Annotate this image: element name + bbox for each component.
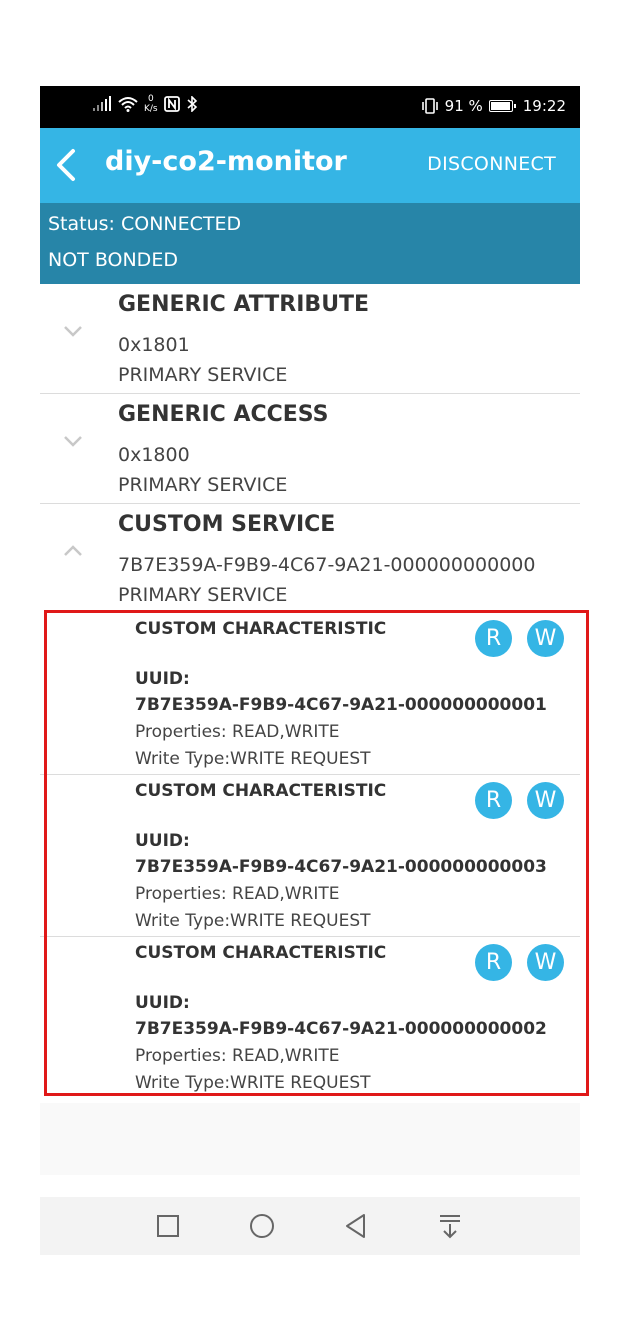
characteristic-write-type: Write Type:WRITE REQUEST bbox=[135, 911, 371, 931]
recents-square-icon[interactable] bbox=[154, 1212, 182, 1240]
service-type: PRIMARY SERVICE bbox=[118, 584, 288, 606]
characteristic-uuid: 7B7E359A-F9B9-4C67-9A21-000000000003 bbox=[135, 857, 547, 877]
bluetooth-icon bbox=[187, 96, 197, 112]
characteristic-uuid: 7B7E359A-F9B9-4C67-9A21-000000000001 bbox=[135, 695, 547, 715]
characteristic-write-type: Write Type:WRITE REQUEST bbox=[135, 749, 371, 769]
characteristics-list: CUSTOM CHARACTERISTIC R W UUID: 7B7E359A… bbox=[40, 613, 580, 1098]
nfc-icon bbox=[163, 96, 180, 112]
service-item[interactable]: CUSTOM SERVICE 7B7E359A-F9B9-4C67-9A21-0… bbox=[40, 504, 580, 613]
service-item[interactable]: GENERIC ACCESS 0x1800 PRIMARY SERVICE bbox=[40, 394, 580, 504]
wifi-icon bbox=[118, 97, 138, 112]
characteristic-properties: Properties: READ,WRITE bbox=[135, 884, 340, 904]
characteristic-properties: Properties: READ,WRITE bbox=[135, 722, 340, 742]
back-arrow-icon[interactable] bbox=[54, 148, 78, 182]
phone-screen: 0 K/s 91 % 19:22 diy-co2-monitor DISCONN… bbox=[40, 86, 580, 1098]
characteristic-item: CUSTOM CHARACTERISTIC R W UUID: 7B7E359A… bbox=[40, 613, 580, 775]
service-name: CUSTOM SERVICE bbox=[118, 512, 336, 537]
write-button[interactable]: W bbox=[527, 620, 564, 657]
system-nav-bar bbox=[40, 1197, 580, 1255]
uuid-label: UUID: bbox=[135, 993, 190, 1013]
back-triangle-icon[interactable] bbox=[342, 1212, 370, 1240]
characteristic-item: CUSTOM CHARACTERISTIC R W UUID: 7B7E359A… bbox=[40, 775, 580, 937]
home-circle-icon[interactable] bbox=[248, 1212, 276, 1240]
service-uuid: 0x1800 bbox=[118, 444, 190, 466]
uuid-label: UUID: bbox=[135, 669, 190, 689]
chevron-up-icon[interactable] bbox=[62, 544, 84, 558]
system-status-bar: 0 K/s 91 % 19:22 bbox=[40, 86, 580, 128]
disconnect-button[interactable]: DISCONNECT bbox=[427, 153, 556, 175]
characteristic-write-type: Write Type:WRITE REQUEST bbox=[135, 1073, 371, 1093]
vibrate-icon bbox=[421, 98, 438, 114]
service-name: GENERIC ACCESS bbox=[118, 402, 329, 427]
network-speed: 0 K/s bbox=[144, 94, 158, 114]
net-speed-unit: K/s bbox=[144, 104, 158, 114]
app-toolbar: diy-co2-monitor DISCONNECT bbox=[40, 128, 580, 203]
clock: 19:22 bbox=[522, 97, 566, 115]
chevron-down-icon[interactable] bbox=[62, 434, 84, 448]
characteristic-item: CUSTOM CHARACTERISTIC R W UUID: 7B7E359A… bbox=[40, 937, 580, 1098]
connection-status-panel: Status: CONNECTED NOT BONDED bbox=[40, 203, 580, 284]
service-uuid: 0x1801 bbox=[118, 334, 190, 356]
service-type: PRIMARY SERVICE bbox=[118, 474, 288, 496]
characteristic-name: CUSTOM CHARACTERISTIC bbox=[135, 619, 387, 639]
uuid-label: UUID: bbox=[135, 831, 190, 851]
read-button[interactable]: R bbox=[475, 620, 512, 657]
characteristic-name: CUSTOM CHARACTERISTIC bbox=[135, 781, 387, 801]
characteristic-name: CUSTOM CHARACTERISTIC bbox=[135, 943, 387, 963]
read-button[interactable]: R bbox=[475, 944, 512, 981]
write-button[interactable]: W bbox=[527, 782, 564, 819]
device-title: diy-co2-monitor bbox=[105, 146, 347, 177]
read-button[interactable]: R bbox=[475, 782, 512, 819]
bond-status: NOT BONDED bbox=[48, 249, 178, 271]
service-uuid: 7B7E359A-F9B9-4C67-9A21-000000000000 bbox=[118, 554, 536, 576]
battery-percent: 91 % bbox=[444, 97, 483, 115]
service-item[interactable]: GENERIC ATTRIBUTE 0x1801 PRIMARY SERVICE bbox=[40, 284, 580, 394]
service-name: GENERIC ATTRIBUTE bbox=[118, 292, 370, 317]
characteristic-uuid: 7B7E359A-F9B9-4C67-9A21-000000000002 bbox=[135, 1019, 547, 1039]
empty-list-area bbox=[40, 1103, 580, 1175]
battery-icon bbox=[488, 100, 516, 112]
write-button[interactable]: W bbox=[527, 944, 564, 981]
net-speed-value: 0 bbox=[147, 94, 154, 104]
chevron-down-icon[interactable] bbox=[62, 324, 84, 338]
service-type: PRIMARY SERVICE bbox=[118, 364, 288, 386]
notification-pull-icon[interactable] bbox=[436, 1212, 464, 1240]
signal-icon bbox=[93, 96, 111, 111]
characteristic-properties: Properties: READ,WRITE bbox=[135, 1046, 340, 1066]
connection-status: Status: CONNECTED bbox=[48, 213, 242, 235]
